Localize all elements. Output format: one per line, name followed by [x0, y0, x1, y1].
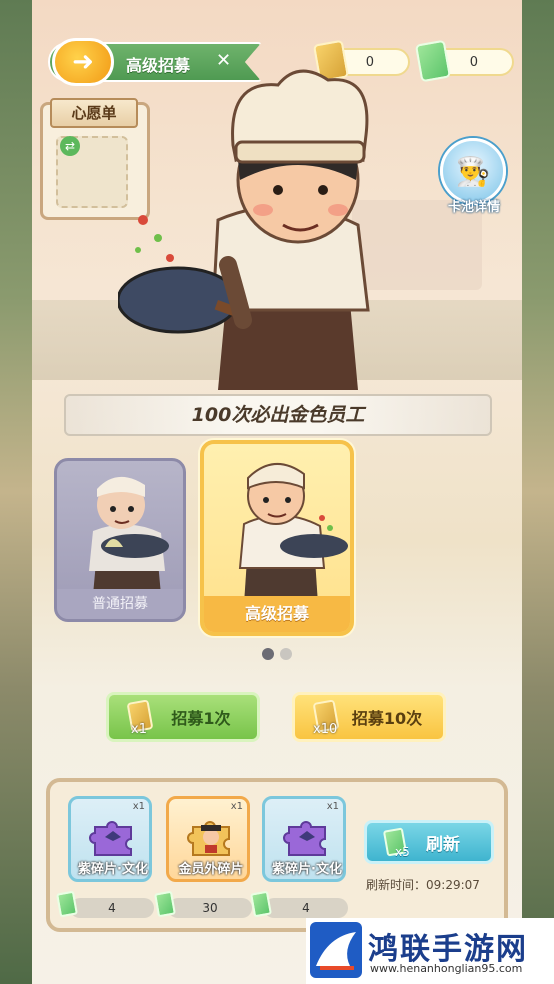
pager-dot[interactable]: [280, 648, 292, 660]
shop-item-price: 30: [154, 890, 252, 918]
recruit-once-button[interactable]: x1 招募1次: [106, 692, 260, 742]
shop-item[interactable]: x1 紫碎片·文化: [262, 796, 346, 882]
advanced-recruit-label: 高级招募: [204, 596, 350, 632]
purple-puzzle-icon: [283, 821, 326, 856]
normal-recruit-label: 普通招募: [57, 589, 183, 619]
recruit-ten-cost: x10: [313, 722, 338, 737]
watermark-url: www.henanhonglian95.com: [370, 962, 523, 975]
pager-dot-active[interactable]: [262, 648, 274, 660]
card-pager: [262, 648, 292, 660]
shop-item-price: 4: [250, 890, 348, 918]
shop-item[interactable]: x1 金员外碎片: [166, 796, 250, 882]
guarantee-banner: 100次必出金色员工: [64, 394, 492, 436]
shop-item[interactable]: x1 紫碎片·文化: [68, 796, 152, 882]
chef-illustration: [118, 69, 370, 390]
background-left-strip: [0, 0, 36, 984]
refresh-cost: x5: [395, 845, 410, 859]
normal-chef-thumbnail: [89, 476, 169, 595]
background-right-strip: [520, 0, 554, 984]
green-ticket-icon: [154, 890, 176, 918]
fish-back-arrow-icon: ➜: [72, 47, 94, 77]
shop-item-name: 紫碎片·文化: [78, 862, 148, 877]
green-ticket-count: 0: [469, 54, 478, 70]
pool-detail-button[interactable]: 👨‍🍳: [440, 138, 506, 204]
normal-recruit-card[interactable]: 普通招募: [54, 458, 186, 622]
refresh-label: 刷新: [426, 834, 460, 855]
chef-avatar-icon: 👨‍🍳: [455, 154, 491, 188]
advanced-chef-thumbnail: [238, 462, 348, 604]
green-ticket-icon: [414, 39, 452, 83]
shop-item-price: 4: [56, 890, 154, 918]
swap-icon[interactable]: ⇄: [60, 136, 80, 156]
recruit-ten-label: 招募10次: [351, 709, 423, 728]
refresh-button[interactable]: x5 刷新: [364, 820, 494, 864]
shop-item-name: 紫碎片·文化: [272, 862, 342, 877]
refresh-time: 刷新时间：09:29:07: [366, 878, 480, 892]
green-ticket-icon: [56, 890, 78, 918]
back-button[interactable]: ➜: [52, 38, 114, 86]
purple-puzzle-icon: [89, 821, 132, 856]
advanced-recruit-card[interactable]: 高级招募: [200, 440, 354, 636]
shop-item-name: 金员外碎片: [178, 862, 244, 877]
recruit-once-cost: x1: [131, 722, 147, 737]
gold-employee-portrait-icon: [187, 821, 230, 856]
green-ticket-icon: [250, 890, 272, 918]
recruit-ten-button[interactable]: x10 招募10次: [292, 692, 446, 742]
recruit-once-label: 招募1次: [171, 709, 231, 728]
watermark-logo: [310, 922, 362, 978]
green-ticket-counter[interactable]: 0: [414, 39, 514, 83]
pool-detail-label: 卡池详情: [447, 200, 500, 215]
